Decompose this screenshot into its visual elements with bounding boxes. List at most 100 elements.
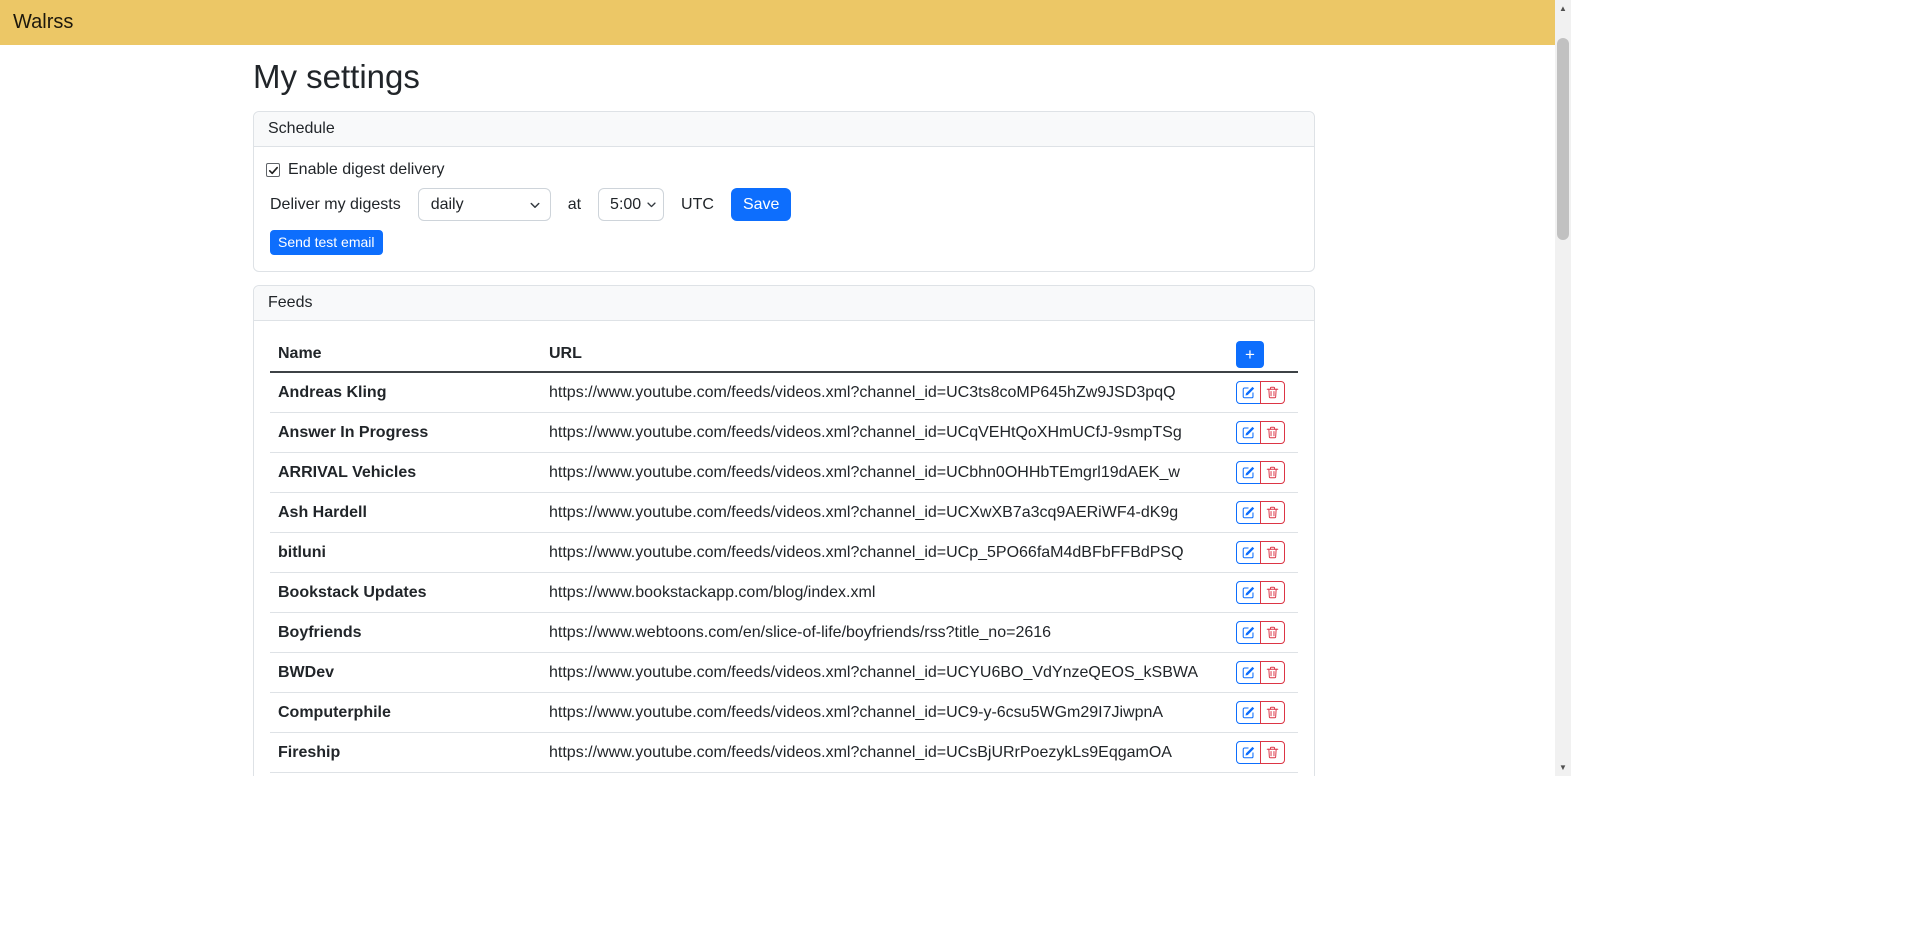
scrollbar[interactable]: ▲ ▼ — [1555, 0, 1571, 776]
feed-actions — [1228, 653, 1298, 693]
scrollbar-thumb[interactable] — [1557, 38, 1569, 240]
pencil-square-icon — [1242, 626, 1255, 639]
edit-feed-button[interactable] — [1236, 661, 1261, 684]
feed-name: Computerphile — [270, 693, 541, 733]
feed-url: https://www.youtube.com/feeds/videos.xml… — [541, 453, 1228, 493]
feed-row: bitluni https://www.youtube.com/feeds/vi… — [270, 533, 1298, 573]
pencil-square-icon — [1242, 546, 1255, 559]
edit-feed-button[interactable] — [1236, 581, 1261, 604]
edit-feed-button[interactable] — [1236, 501, 1261, 524]
feed-row: Fireship https://www.youtube.com/feeds/v… — [270, 733, 1298, 773]
feed-name: BWDev — [270, 653, 541, 693]
feed-url: https://www.youtube.com/feeds/videos.xml… — [541, 413, 1228, 453]
trash-icon — [1266, 506, 1279, 519]
edit-feed-button[interactable] — [1236, 701, 1261, 724]
feed-name: ARRIVAL Vehicles — [270, 453, 541, 493]
feed-url: https://changelog.com/gotime/feed — [541, 773, 1228, 777]
delete-feed-button[interactable] — [1260, 381, 1285, 404]
feed-row: Boyfriends https://www.webtoons.com/en/s… — [270, 613, 1298, 653]
feed-actions-group — [1236, 661, 1285, 684]
scrollbar-up-arrow-icon[interactable]: ▲ — [1555, 0, 1571, 17]
delete-feed-button[interactable] — [1260, 581, 1285, 604]
delete-feed-button[interactable] — [1260, 701, 1285, 724]
edit-feed-button[interactable] — [1236, 741, 1261, 764]
feed-row: Computerphile https://www.youtube.com/fe… — [270, 693, 1298, 733]
feed-name: Answer In Progress — [270, 413, 541, 453]
feed-url: https://www.youtube.com/feeds/videos.xml… — [541, 653, 1228, 693]
feeds-card-header: Feeds — [254, 286, 1314, 321]
feed-row: Andreas Kling https://www.youtube.com/fe… — [270, 372, 1298, 413]
chevron-down-icon — [529, 199, 541, 211]
feed-actions-group — [1236, 541, 1285, 564]
feed-actions-group — [1236, 501, 1285, 524]
add-feed-button[interactable]: + — [1236, 341, 1264, 368]
feed-actions-group — [1236, 381, 1285, 404]
feed-row: BWDev https://www.youtube.com/feeds/vide… — [270, 653, 1298, 693]
edit-feed-button[interactable] — [1236, 541, 1261, 564]
page: Walrss My settings Schedule Enable diges… — [0, 0, 1555, 776]
feed-actions — [1228, 453, 1298, 493]
deliver-label: Deliver my digests — [270, 196, 401, 214]
column-header-url: URL — [541, 337, 1228, 372]
delete-feed-button[interactable] — [1260, 541, 1285, 564]
navbar-brand[interactable]: Walrss — [13, 11, 73, 34]
feed-row: Bookstack Updates https://www.bookstacka… — [270, 573, 1298, 613]
delete-feed-button[interactable] — [1260, 741, 1285, 764]
edit-feed-button[interactable] — [1236, 381, 1261, 404]
feed-url: https://www.bookstackapp.com/blog/index.… — [541, 573, 1228, 613]
feeds-table: Name URL + Andreas Kling https://www.you… — [270, 337, 1298, 776]
edit-feed-button[interactable] — [1236, 461, 1261, 484]
trash-icon — [1266, 666, 1279, 679]
feed-name: bitluni — [270, 533, 541, 573]
pencil-square-icon — [1242, 466, 1255, 479]
feed-actions-group — [1236, 421, 1285, 444]
frequency-select[interactable]: daily — [418, 188, 551, 221]
feed-actions — [1228, 773, 1298, 777]
feed-actions — [1228, 413, 1298, 453]
enable-digest-checkbox[interactable] — [266, 163, 280, 177]
feed-name: Boyfriends — [270, 613, 541, 653]
feed-actions-group — [1236, 461, 1285, 484]
trash-icon — [1266, 626, 1279, 639]
edit-feed-button[interactable] — [1236, 421, 1261, 444]
scrollbar-down-arrow-icon[interactable]: ▼ — [1555, 759, 1571, 776]
pencil-square-icon — [1242, 426, 1255, 439]
column-header-name: Name — [270, 337, 541, 372]
delivery-row: Deliver my digests daily at 5:00 UTC Sav… — [270, 188, 1298, 221]
send-test-email-button[interactable]: Send test email — [270, 230, 383, 255]
save-button[interactable]: Save — [731, 188, 791, 221]
schedule-card: Schedule Enable digest delivery Deliver … — [253, 111, 1315, 272]
column-header-actions: + — [1228, 337, 1298, 372]
feed-url: https://www.youtube.com/feeds/videos.xml… — [541, 693, 1228, 733]
time-select[interactable]: 5:00 — [598, 188, 664, 221]
feed-actions-group — [1236, 741, 1285, 764]
checkmark-icon — [268, 165, 279, 176]
schedule-card-body: Enable digest delivery Deliver my digest… — [254, 147, 1314, 271]
frequency-value: daily — [431, 196, 464, 214]
delete-feed-button[interactable] — [1260, 461, 1285, 484]
feed-url: https://www.youtube.com/feeds/videos.xml… — [541, 533, 1228, 573]
delete-feed-button[interactable] — [1260, 621, 1285, 644]
feeds-table-header-row: Name URL + — [270, 337, 1298, 372]
feed-actions-group — [1236, 701, 1285, 724]
feed-row: Go Time https://changelog.com/gotime/fee… — [270, 773, 1298, 777]
time-value: 5:00 — [610, 196, 641, 214]
edit-feed-button[interactable] — [1236, 621, 1261, 644]
trash-icon — [1266, 746, 1279, 759]
at-label: at — [568, 196, 581, 214]
feed-url: https://www.youtube.com/feeds/videos.xml… — [541, 733, 1228, 773]
delete-feed-button[interactable] — [1260, 661, 1285, 684]
feed-url: https://www.webtoons.com/en/slice-of-lif… — [541, 613, 1228, 653]
pencil-square-icon — [1242, 386, 1255, 399]
delete-feed-button[interactable] — [1260, 501, 1285, 524]
trash-icon — [1266, 586, 1279, 599]
timezone-label: UTC — [681, 196, 714, 214]
trash-icon — [1266, 386, 1279, 399]
main-container: My settings Schedule Enable digest deliv… — [253, 45, 1315, 776]
enable-digest-label[interactable]: Enable digest delivery — [288, 161, 445, 179]
enable-digest-row: Enable digest delivery — [266, 161, 1298, 179]
feed-actions — [1228, 693, 1298, 733]
trash-icon — [1266, 706, 1279, 719]
delete-feed-button[interactable] — [1260, 421, 1285, 444]
trash-icon — [1266, 546, 1279, 559]
